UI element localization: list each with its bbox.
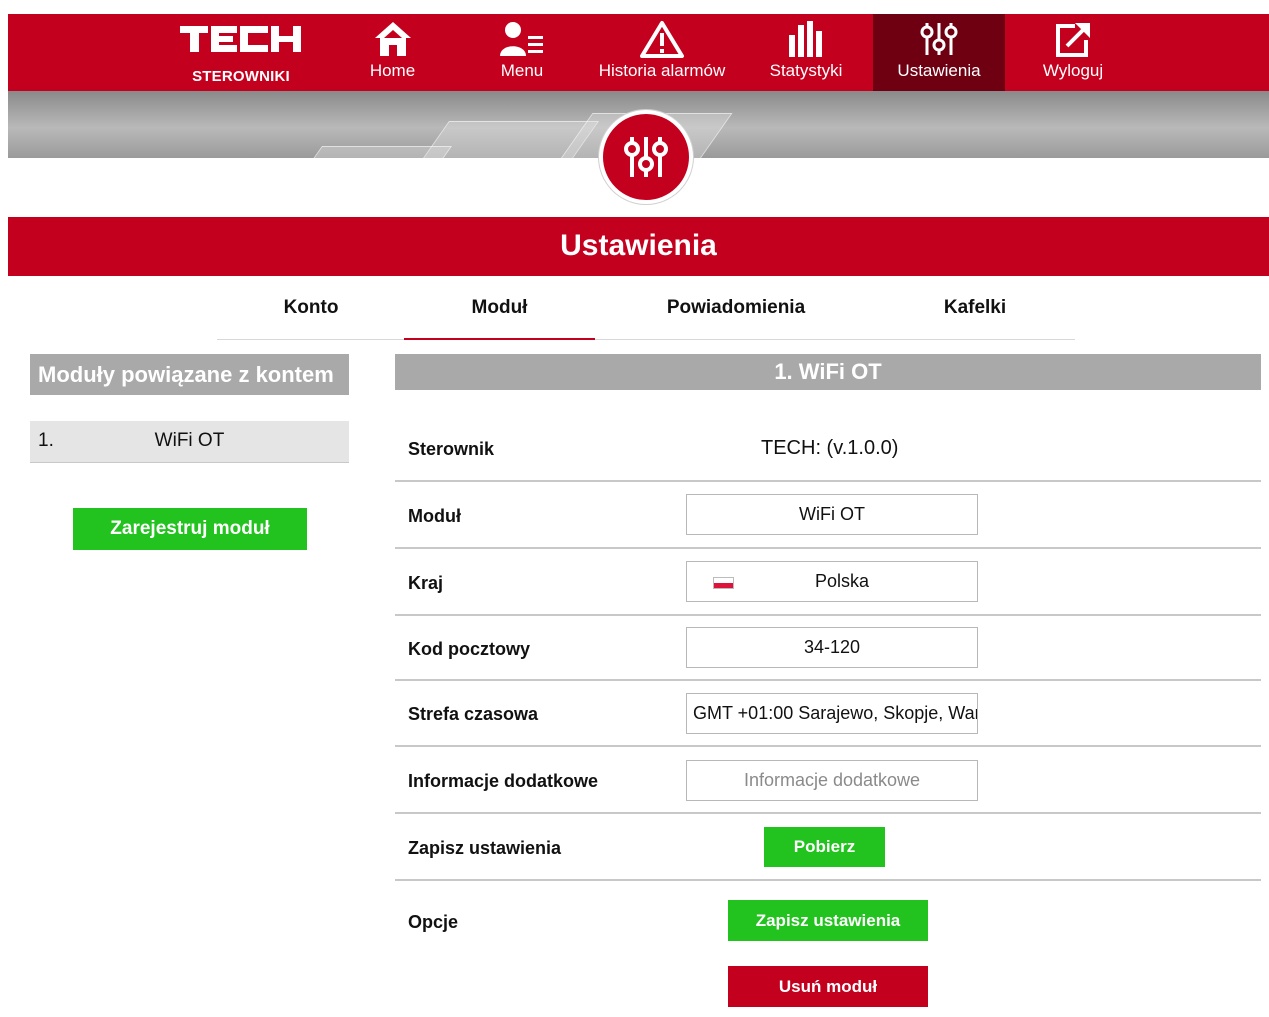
page-title: Ustawienia: [8, 217, 1269, 276]
tech-logo-mark: [180, 26, 301, 52]
postal-code-input[interactable]: 34-120: [686, 627, 978, 668]
logout-icon: [1028, 20, 1118, 58]
download-button[interactable]: Pobierz: [764, 827, 885, 867]
register-module-button[interactable]: Zarejestruj moduł: [73, 508, 307, 550]
save-settings-label: Zapisz ustawienia: [408, 838, 562, 858]
controller-row: Sterownik TECH: (v.1.0.0): [395, 415, 1261, 482]
additional-info-label: Informacje dodatkowe: [408, 771, 599, 791]
module-label: Moduł: [408, 506, 461, 526]
nav-settings-label: Ustawienia: [897, 61, 981, 80]
save-settings-button[interactable]: Zapisz ustawienia: [728, 900, 928, 941]
country-label: Kraj: [408, 573, 444, 593]
nav-logout[interactable]: Wyloguj: [1028, 14, 1118, 91]
nav-alarm-history-label: Historia alarmów: [598, 61, 726, 80]
nav-home[interactable]: Home: [359, 14, 426, 91]
nav-home-label: Home: [369, 61, 416, 80]
timezone-label: Strefa czasowa: [408, 704, 539, 724]
nav-statistics[interactable]: Statystyki: [760, 14, 852, 91]
settings-badge-icon: [599, 110, 693, 204]
tab-modul[interactable]: Moduł: [404, 287, 595, 340]
nav-menu[interactable]: Menu: [486, 14, 558, 91]
tech-logo[interactable]: STEROWNIKI: [180, 24, 304, 85]
logo-subtitle: STEROWNIKI: [192, 68, 290, 85]
module-list-name: WiFi OT: [154, 430, 225, 451]
bar-chart-icon: [760, 20, 852, 58]
controller-value: TECH: (v.1.0.0): [761, 437, 899, 459]
top-navigation-bar: STEROWNIKI Home Menu Historia alarmów St…: [8, 14, 1269, 91]
additional-info-input[interactable]: Informacje dodatkowe: [686, 760, 978, 801]
options-label: Opcje: [408, 912, 459, 932]
country-select[interactable]: Polska: [686, 561, 978, 602]
tab-powiadomienia[interactable]: Powiadomienia: [642, 287, 830, 340]
sliders-icon: [873, 20, 1005, 58]
timezone-select[interactable]: GMT +01:00 Sarajewo, Skopje, Warszawa, Z…: [686, 693, 978, 734]
controller-label: Sterownik: [408, 439, 495, 459]
postal-code-label: Kod pocztowy: [408, 639, 530, 659]
delete-module-button[interactable]: Usuń moduł: [728, 966, 928, 1007]
linked-modules-heading: Moduły powiązane z kontem: [30, 354, 349, 395]
nav-settings[interactable]: Ustawienia: [873, 14, 1005, 91]
tab-kafelki[interactable]: Kafelki: [919, 287, 1031, 340]
nav-alarm-history[interactable]: Historia alarmów: [584, 14, 740, 91]
module-name-field[interactable]: WiFi OT: [686, 494, 978, 535]
nav-menu-label: Menu: [500, 61, 544, 80]
user-list-icon: [486, 20, 558, 58]
nav-logout-label: Wyloguj: [1042, 61, 1104, 80]
module-list-item[interactable]: 1. WiFi OT: [30, 421, 349, 463]
warning-icon: [584, 20, 740, 58]
tab-konto[interactable]: Konto: [253, 287, 369, 340]
home-icon: [359, 20, 426, 58]
settings-tabs: Konto Moduł Powiadomienia Kafelki: [217, 287, 1075, 340]
country-value: Polska: [814, 571, 870, 591]
nav-statistics-label: Statystyki: [769, 61, 843, 80]
module-heading: 1. WiFi OT: [395, 354, 1261, 390]
